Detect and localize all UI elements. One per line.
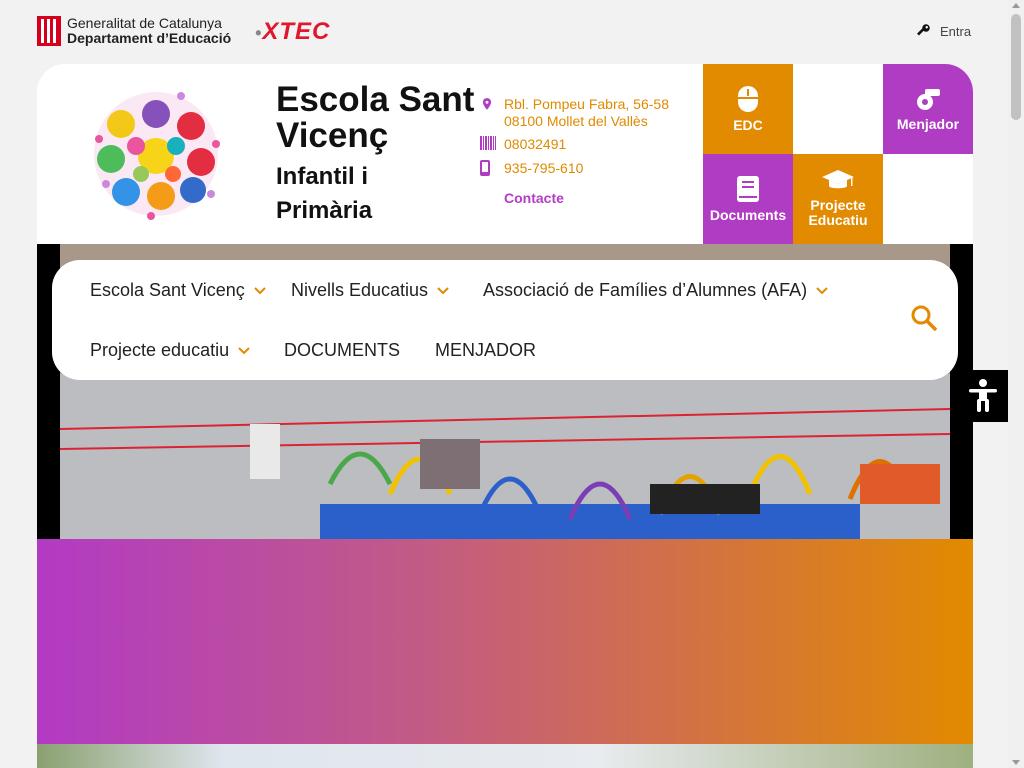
accessibility-icon [969,379,997,412]
location-pin-icon [480,96,504,130]
gencat-line1: Generalitat de Catalunya [67,15,222,31]
chevron-down-icon [437,286,449,294]
chevron-down-icon [238,346,250,354]
nav-item-nivells-educatius[interactable]: Nivells Educatius [291,280,449,301]
search-button[interactable] [910,304,938,337]
address-line1: Rbl. Pompeu Fabra, 56-58 [504,96,669,112]
key-icon [917,24,930,36]
login-label: Entra [940,23,972,39]
xtec-logo[interactable]: •XTEC [255,18,330,46]
address-row: Rbl. Pompeu Fabra, 56-58 08100 Mollet de… [480,96,669,130]
gradient-banner [37,539,973,744]
nav-item-menjador[interactable]: MENJADOR [435,340,536,361]
scroll-up-icon[interactable] [1012,3,1020,8]
gencat-line2: Departament d’Educació [67,30,232,46]
edc-tile[interactable]: EDC [703,64,793,154]
address-line2: 08100 Mollet del Vallès [504,113,648,129]
login-link[interactable]: Entra [914,22,971,40]
barcode-icon [480,136,504,153]
chevron-down-icon [254,286,266,294]
school-name[interactable]: Escola Sant Vicenç [276,82,474,154]
scroll-thumb[interactable] [1011,14,1021,120]
accessibility-button[interactable] [957,370,1009,422]
school-subtitle: Infantil i Primària [276,163,373,224]
contact-link[interactable]: Contacte [504,190,564,206]
school-logo[interactable] [81,84,231,224]
gencat-logo[interactable]: Generalitat de Catalunya Departament d’E… [37,16,231,46]
nav-item-escola-sant-vicenc[interactable]: Escola Sant Vicenç [90,280,266,301]
phone-row: 935-795-610 [480,160,583,179]
mouse-icon [738,85,758,112]
nav-item-documents[interactable]: DOCUMENTS [284,340,400,361]
school-code: 08032491 [504,136,567,152]
search-icon [911,305,938,332]
code-row: 08032491 [480,136,566,153]
projecte-educatiu-tile[interactable]: Projecte Educatiu [793,154,883,244]
site-header: Escola Sant Vicenç Infantil i Primària R… [37,64,973,244]
gencat-flag-icon [37,16,61,46]
nav-item-afa[interactable]: Associació de Famílies d’Alumnes (AFA) [483,280,828,301]
graduation-cap-icon [822,170,854,189]
top-bar: Generalitat de Catalunya Departament d’E… [0,0,1008,64]
phone-icon [480,160,504,179]
phone-number[interactable]: 935-795-610 [504,160,583,179]
scroll-down-icon[interactable] [1012,760,1020,765]
chevron-down-icon [816,286,828,294]
whistle-icon [917,88,940,110]
bottom-photo [37,744,973,768]
page-scrollbar[interactable] [1008,0,1024,768]
menjador-tile[interactable]: Menjador [883,64,973,154]
nav-item-projecte-educatiu[interactable]: Projecte educatiu [90,340,250,361]
book-icon [737,175,759,202]
main-nav: Escola Sant Vicenç Nivells Educatius Ass… [52,260,958,380]
documents-tile[interactable]: Documents [703,154,793,244]
